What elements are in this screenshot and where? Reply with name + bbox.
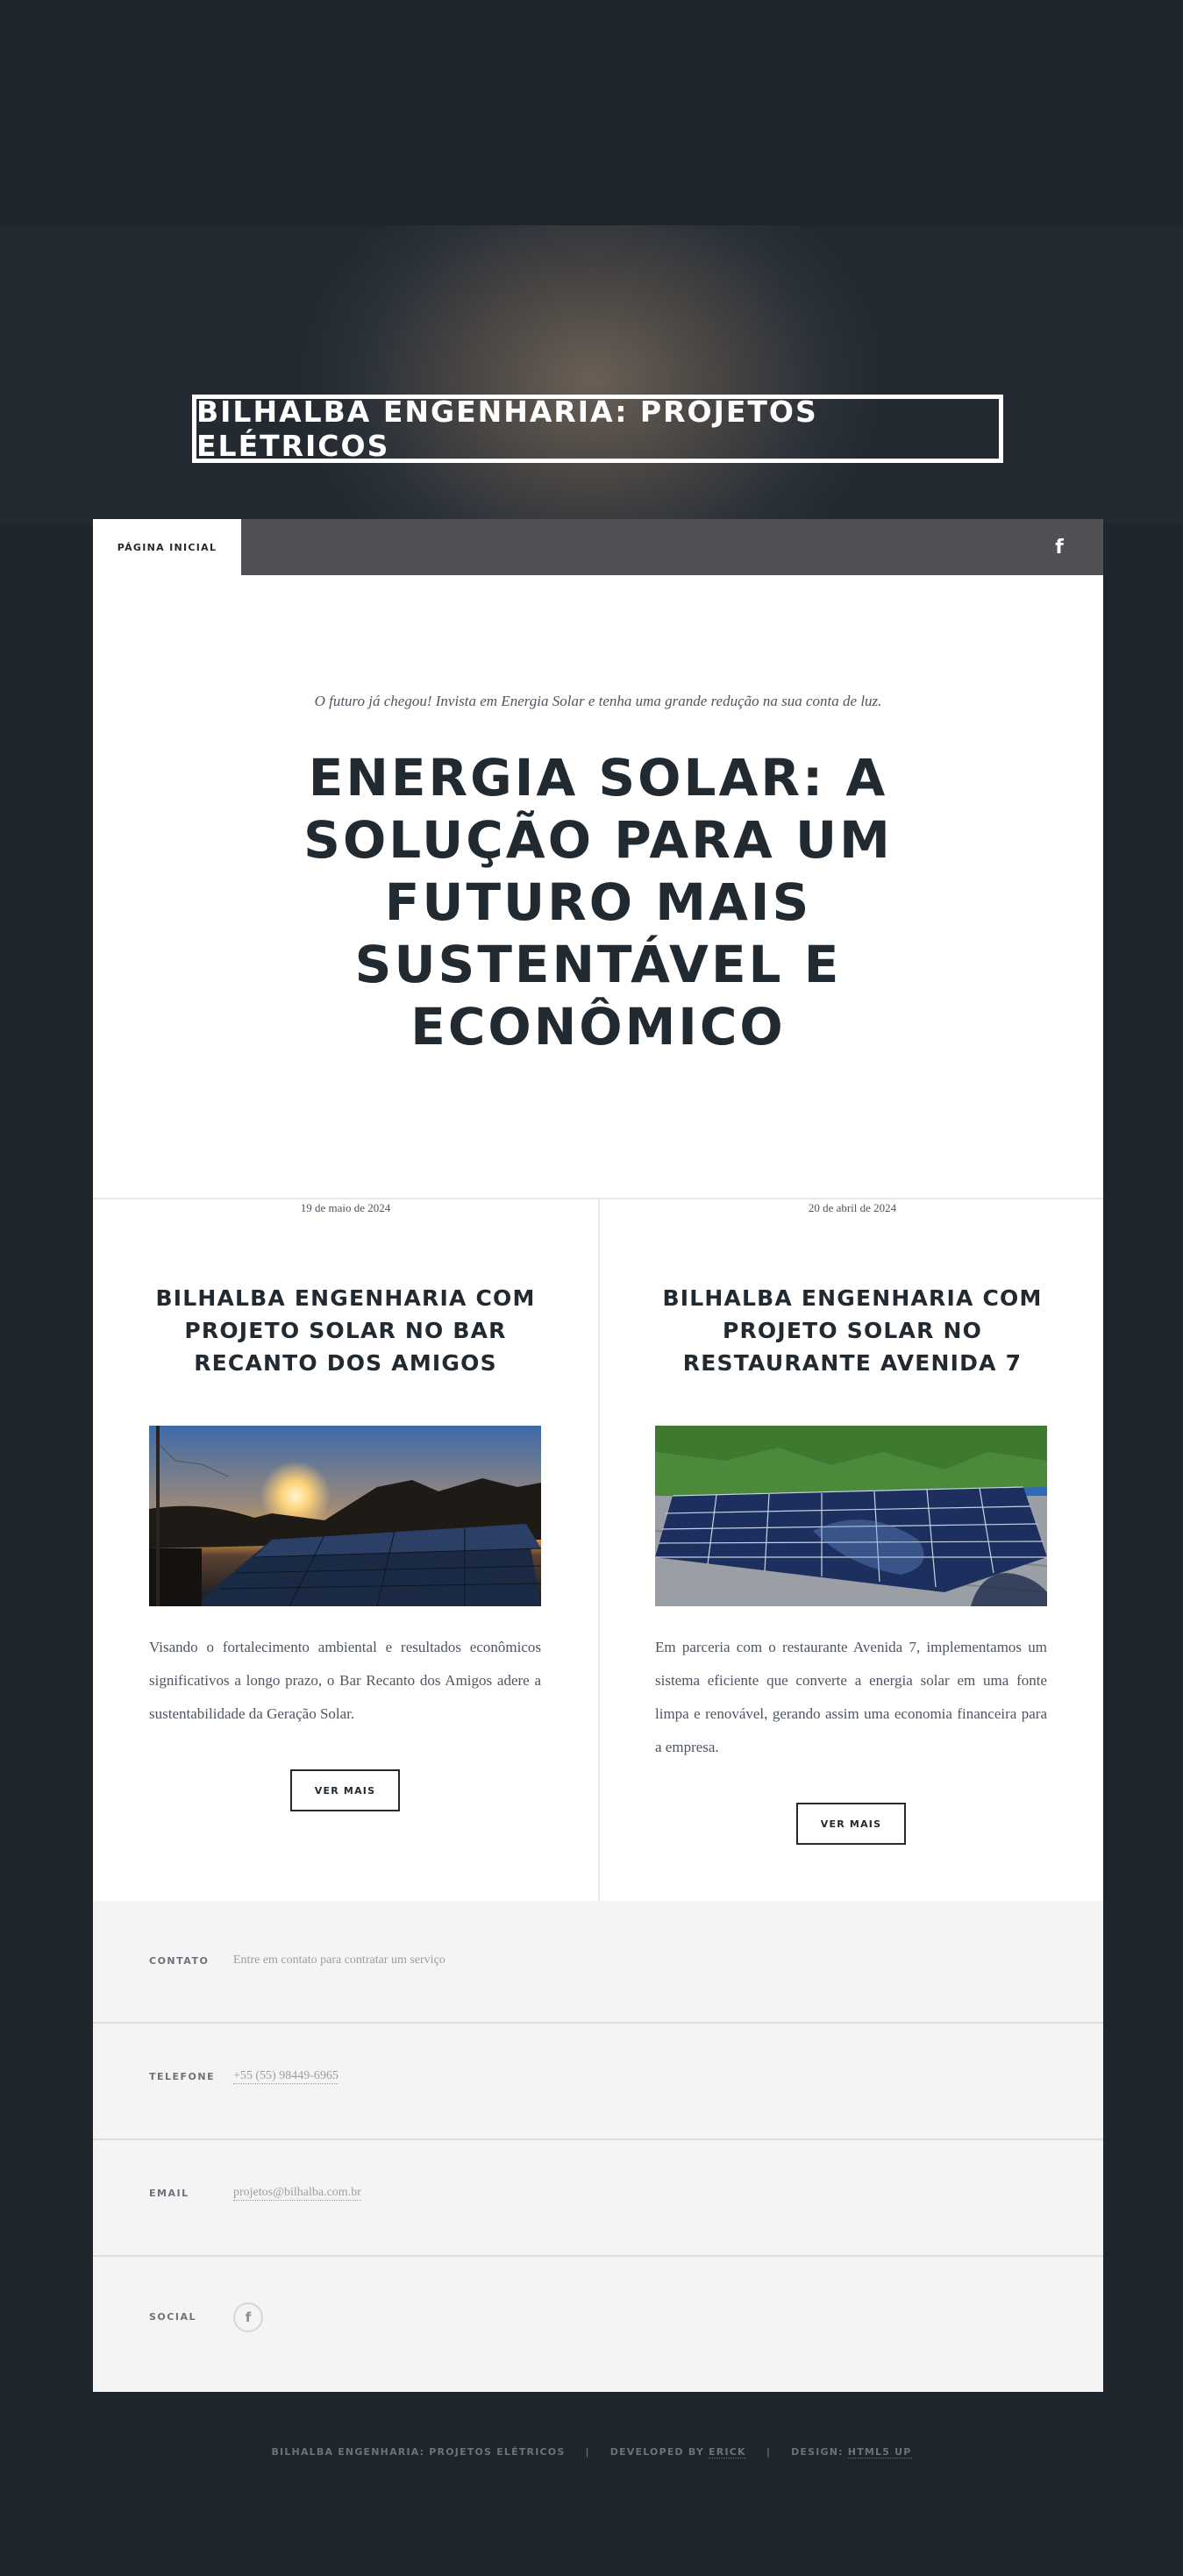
email-label: EMAIL xyxy=(149,2188,189,2199)
footer-copyright: BILHALBA ENGENHARIA: PROJETOS ELÉTRICOS xyxy=(271,2446,566,2458)
post-title[interactable]: BILHALBA ENGENHARIA COM PROJETO SOLAR NO… xyxy=(600,1282,1105,1379)
contact-row-social: SOCIAL f xyxy=(93,2257,1103,2392)
post-date: 20 de abril de 2024 xyxy=(808,1201,897,1214)
featured-title[interactable]: ENERGIA SOLAR: A SOLUÇÃO PARA UM FUTURO … xyxy=(291,747,905,1058)
post-image-sunset-solar[interactable] xyxy=(149,1426,541,1606)
contact-label: CONTATO xyxy=(149,1955,210,1967)
post-date: 19 de maio de 2024 xyxy=(300,1201,391,1214)
contact-section: CONTATO Entre em contato para contratar … xyxy=(93,1901,1103,2392)
footer-design-prefix: DESIGN: xyxy=(791,2446,844,2458)
view-more-button[interactable]: VER MAIS xyxy=(290,1769,400,1811)
view-more-label: VER MAIS xyxy=(314,1784,376,1797)
contact-row-telefone: TELEFONE +55 (55) 98449-6965 xyxy=(93,2024,1103,2140)
view-more-label: VER MAIS xyxy=(820,1818,882,1830)
nav-bar: PÁGINA INICIAL f xyxy=(93,519,1103,575)
post-title[interactable]: BILHALBA ENGENHARIA COM PROJETO SOLAR NO… xyxy=(93,1282,598,1379)
footer-developed-prefix: DEVELOPED BY xyxy=(609,2446,705,2458)
rooftop-solar-image xyxy=(655,1426,1047,1606)
site-title-text: BILHALBA ENGENHARIA: PROJETOS ELÉTRICOS xyxy=(196,395,818,463)
phone-link[interactable]: +55 (55) 98449-6965 xyxy=(233,2069,339,2084)
footer-separator: | xyxy=(766,2446,772,2458)
view-more-button[interactable]: VER MAIS xyxy=(796,1803,906,1845)
hero-background xyxy=(0,225,1183,523)
featured-intro: O futuro já chegou! Invista em Energia S… xyxy=(314,693,882,709)
post-image-rooftop-solar[interactable] xyxy=(655,1426,1047,1606)
contact-value: Entre em contato para contratar um servi… xyxy=(233,1953,445,1967)
email-link[interactable]: projetos@bilhalba.com.br xyxy=(233,2186,361,2201)
footer-design-link[interactable]: HTML5 UP xyxy=(847,2446,912,2459)
contact-row-email: EMAIL projetos@bilhalba.com.br xyxy=(93,2140,1103,2257)
footer-developer-link[interactable]: ERICK xyxy=(709,2446,746,2459)
nav-item-home[interactable]: PÁGINA INICIAL xyxy=(93,519,241,575)
main-content: O futuro já chegou! Invista em Energia S… xyxy=(93,575,1103,1901)
post-excerpt: Visando o fortalecimento ambiental e res… xyxy=(149,1639,541,1722)
sunset-solar-image xyxy=(149,1426,541,1606)
footer: BILHALBA ENGENHARIA: PROJETOS ELÉTRICOS … xyxy=(0,2446,1183,2459)
contact-row-contato: CONTATO Entre em contato para contratar … xyxy=(93,1901,1103,2024)
footer-separator: | xyxy=(585,2446,590,2458)
post-excerpt: Em parceria com o restaurante Avenida 7,… xyxy=(655,1639,1047,1755)
site-title[interactable]: BILHALBA ENGENHARIA: PROJETOS ELÉTRICOS xyxy=(192,395,1003,463)
social-label: SOCIAL xyxy=(149,2311,196,2323)
facebook-icon[interactable]: f xyxy=(1047,535,1072,559)
nav-item-home-label: PÁGINA INICIAL xyxy=(117,541,217,553)
facebook-icon[interactable]: f xyxy=(233,2302,263,2332)
phone-label: TELEFONE xyxy=(149,2071,216,2082)
